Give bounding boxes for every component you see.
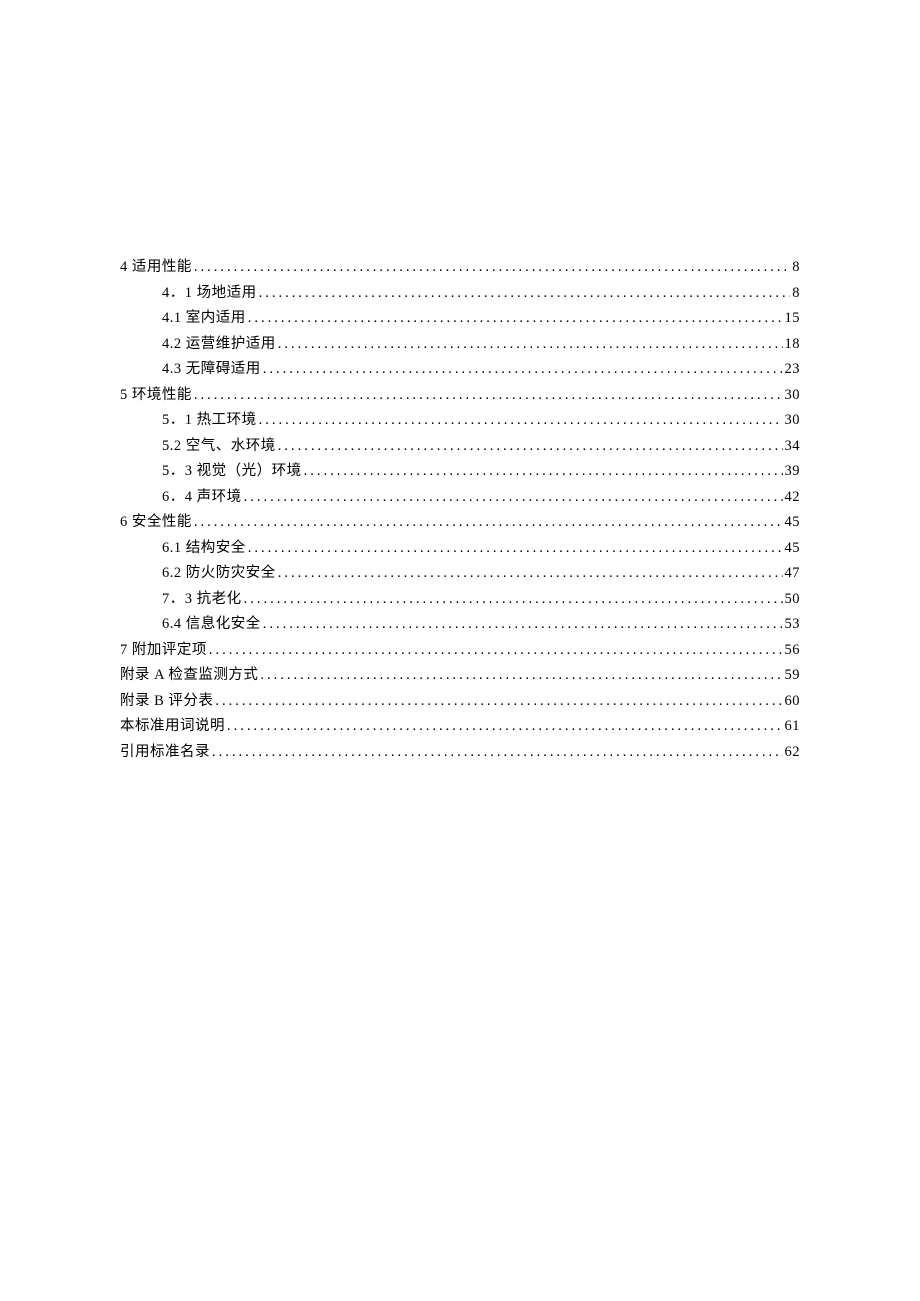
toc-entry-label: 6.4 信息化安全 [162,617,261,632]
toc-entry-page: 39 [785,464,801,479]
toc-entry-label: 4 适用性能 [120,260,192,275]
toc-entry-page: 15 [785,311,801,326]
toc-entry: 4.2 运营维护适用 18 [120,337,800,352]
toc-entry: 6.2 防火防灾安全 47 [120,566,800,581]
toc-entry: 5.2 空气、水环境 34 [120,439,800,454]
toc-leader-dots [244,592,783,607]
toc-entry-label: 4．1 场地适用 [162,286,257,301]
toc-entry-label: 本标准用词说明 [120,719,225,734]
toc-entry-label: 7．3 抗老化 [162,592,242,607]
toc-leader-dots [259,413,783,428]
toc-entry-label: 附录 A 检查监测方式 [120,668,258,683]
toc-leader-dots [304,464,783,479]
toc-entry-label: 5．3 视觉（光）环境 [162,464,302,479]
toc-leader-dots [260,668,782,683]
toc-entry-label: 7 附加评定项 [120,643,207,658]
toc-entry-page: 62 [785,745,801,760]
toc-entry-label: 引用标准名录 [120,745,210,760]
toc-entry-page: 56 [785,643,801,658]
toc-entry: 4 适用性能 8 [120,260,800,275]
toc-entry: 7 附加评定项 56 [120,643,800,658]
toc-entry-label: 4.1 室内适用 [162,311,246,326]
toc-entry-page: 60 [785,694,801,709]
toc-entry-page: 8 [792,286,800,301]
toc-entry-label: 6.1 结构安全 [162,541,246,556]
toc-entry: 4.3 无障碍适用 23 [120,362,800,377]
toc-entry-label: 4.2 运营维护适用 [162,337,276,352]
toc-entry-page: 23 [785,362,801,377]
toc-entry-label: 6 安全性能 [120,515,192,530]
toc-entry-page: 50 [785,592,801,607]
toc-entry-page: 8 [792,260,800,275]
toc-entry: 4.1 室内适用 15 [120,311,800,326]
toc-entry: 5．1 热工环境 30 [120,413,800,428]
toc-leader-dots [263,362,783,377]
toc-entry: 本标准用词说明 61 [120,719,800,734]
toc-entry-page: 59 [785,668,801,683]
toc-entry: 6．4 声环境 42 [120,490,800,505]
toc-leader-dots [194,388,783,403]
toc-leader-dots [278,439,783,454]
toc-leader-dots [278,337,783,352]
toc-entry-label: 5 环境性能 [120,388,192,403]
toc-entry-label: 5．1 热工环境 [162,413,257,428]
toc-entry-label: 6.2 防火防灾安全 [162,566,276,581]
toc-entry: 附录 B 评分表 60 [120,694,800,709]
toc-entry: 引用标准名录 62 [120,745,800,760]
table-of-contents: 4 适用性能 8 4．1 场地适用 8 4.1 室内适用 15 4.2 运营维护… [120,260,800,759]
toc-entry-page: 47 [785,566,801,581]
toc-entry-page: 30 [785,413,801,428]
toc-entry-page: 61 [785,719,801,734]
toc-entry-page: 34 [785,439,801,454]
toc-entry: 7．3 抗老化 50 [120,592,800,607]
toc-entry-page: 42 [785,490,801,505]
toc-entry-page: 53 [785,617,801,632]
toc-entry: 5 环境性能 30 [120,388,800,403]
toc-entry-page: 30 [785,388,801,403]
toc-leader-dots [212,745,783,760]
toc-leader-dots [278,566,783,581]
toc-entry: 6 安全性能 45 [120,515,800,530]
toc-leader-dots [209,643,783,658]
toc-entry-page: 45 [785,541,801,556]
toc-leader-dots [215,694,782,709]
toc-entry-page: 18 [785,337,801,352]
toc-entry: 6.4 信息化安全 53 [120,617,800,632]
toc-entry-label: 6．4 声环境 [162,490,242,505]
toc-entry-label: 附录 B 评分表 [120,694,213,709]
toc-leader-dots [248,311,783,326]
toc-entry-label: 4.3 无障碍适用 [162,362,261,377]
toc-leader-dots [194,260,790,275]
toc-leader-dots [244,490,783,505]
toc-leader-dots [227,719,783,734]
toc-entry-label: 5.2 空气、水环境 [162,439,276,454]
toc-leader-dots [248,541,783,556]
toc-leader-dots [259,286,791,301]
toc-entry-page: 45 [785,515,801,530]
toc-entry: 4．1 场地适用 8 [120,286,800,301]
toc-entry: 6.1 结构安全 45 [120,541,800,556]
toc-leader-dots [263,617,783,632]
toc-entry: 5．3 视觉（光）环境 39 [120,464,800,479]
toc-leader-dots [194,515,783,530]
toc-entry: 附录 A 检查监测方式 59 [120,668,800,683]
